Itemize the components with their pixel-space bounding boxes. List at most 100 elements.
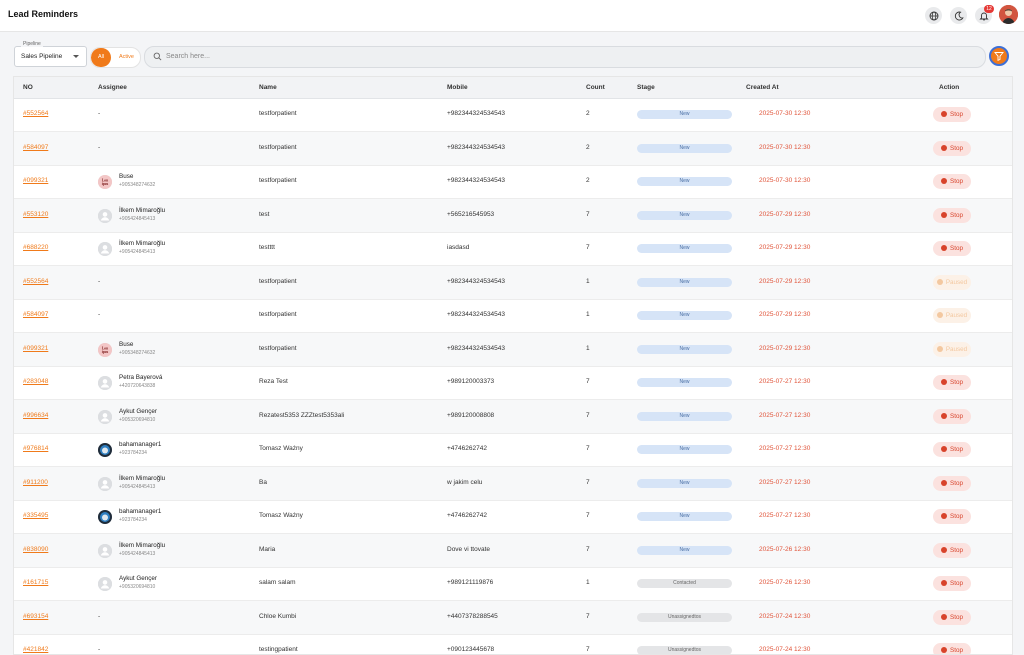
stop-button[interactable]: Stop: [933, 643, 971, 654]
assignee-empty: -: [98, 143, 101, 151]
col-no[interactable]: NO: [23, 84, 33, 91]
stop-button[interactable]: Stop: [933, 408, 971, 424]
col-count[interactable]: Count: [586, 84, 605, 91]
page-title: Lead Reminders: [8, 9, 79, 19]
toggle-all-button[interactable]: All: [91, 48, 111, 67]
col-assignee[interactable]: Assignee: [98, 84, 127, 91]
reminder-count: 7: [586, 244, 590, 251]
assignee-name: Buse: [119, 340, 134, 348]
lead-number-link[interactable]: #099321: [23, 177, 48, 184]
lead-number-link[interactable]: #688220: [23, 244, 48, 251]
toggle-active-button[interactable]: Active: [113, 48, 140, 67]
action-label: Stop: [950, 546, 963, 554]
col-name[interactable]: Name: [259, 84, 277, 91]
table-row[interactable]: #283048 Petra Bayerová +420720643838 Reza T…: [14, 366, 1012, 400]
lead-number-link[interactable]: #838090: [23, 546, 48, 553]
lead-number-link[interactable]: #996634: [23, 412, 48, 419]
reminder-count: 7: [586, 646, 590, 653]
lead-number-link[interactable]: #693154: [23, 613, 48, 620]
table-row[interactable]: #552564 - testforpatient +982344324534543 2 N…: [14, 98, 1012, 132]
col-stage[interactable]: Stage: [637, 84, 655, 91]
stop-button[interactable]: Stop: [933, 375, 971, 390]
table-row[interactable]: #911200 İlkem Mimaroğlu +905424845413 Ba w j…: [14, 466, 1012, 501]
table-row[interactable]: #584097 - testforpatient +982344324534543 1 N…: [14, 299, 1012, 333]
lead-number-link[interactable]: #911200: [23, 479, 48, 486]
table-row[interactable]: #584097 - testforpatient +982344324534543 2 N…: [14, 131, 1012, 166]
lead-number-link[interactable]: #161715: [23, 579, 48, 586]
lead-number-link[interactable]: #552564: [23, 110, 48, 117]
stop-icon: [941, 178, 948, 184]
lead-name: Tomasz Ważny: [259, 445, 303, 452]
stop-button[interactable]: Stop: [933, 475, 971, 491]
stage-badge: New: [637, 177, 732, 186]
stop-icon: [941, 446, 948, 452]
table-row[interactable]: #553120 İlkem Mimaroğlu +905424845413 test +…: [14, 198, 1012, 233]
action-label: Stop: [950, 379, 963, 386]
action-label: Stop: [950, 446, 963, 453]
stage-badge: New: [637, 545, 732, 555]
lead-name: salam salam: [259, 579, 296, 586]
lead-number-link[interactable]: #976814: [23, 445, 48, 452]
stop-icon: [941, 647, 948, 653]
chevron-down-icon: [73, 55, 79, 58]
assignee-empty: -: [98, 110, 101, 117]
lead-mobile: +565216545953: [447, 210, 495, 218]
lead-number-link[interactable]: #553120: [23, 211, 48, 218]
table-row[interactable]: #838090 İlkem Mimaroğlu +905424845413 Maria…: [14, 533, 1012, 568]
lead-number-link[interactable]: #584097: [23, 144, 48, 151]
assignee-phone: +905424845413: [119, 550, 156, 557]
stop-button[interactable]: Stop: [933, 542, 971, 558]
search-input[interactable]: Search here...: [144, 46, 986, 68]
table-row[interactable]: #688220 İlkem Mimaroğlu +905424845413 testt…: [14, 232, 1012, 266]
col-created-at[interactable]: Created At: [746, 84, 779, 91]
stop-button[interactable]: Stop: [933, 174, 971, 189]
stage-badge: New: [637, 512, 732, 521]
stop-button[interactable]: Stop: [933, 609, 971, 625]
lead-mobile: Dove vi ttovate: [447, 545, 490, 553]
lead-number-link[interactable]: #584097: [23, 311, 48, 318]
notification-badge: 12: [984, 5, 994, 13]
lead-number-link[interactable]: #421842: [23, 646, 48, 653]
lead-number-link[interactable]: #335495: [23, 512, 48, 519]
reminder-count: 7: [586, 210, 590, 218]
table-row[interactable]: #161715 Aykut Gençer +905320694810 salam sa…: [14, 567, 1012, 601]
stop-button[interactable]: Stop: [933, 576, 971, 591]
table-row[interactable]: #693154 - Chloe Kumbi +4407378288545 7 Unassi…: [14, 600, 1012, 635]
table-row[interactable]: #421842 - testingpatient +090123445678 7 Unas…: [14, 634, 1012, 654]
reminder-count: 7: [586, 545, 590, 553]
stop-button[interactable]: Stop: [933, 140, 971, 156]
col-action[interactable]: Action: [939, 84, 959, 91]
moon-icon[interactable]: [950, 7, 967, 24]
table-row[interactable]: #976814 bahamanager1 +923784234 Tomasz Ważn…: [14, 433, 1012, 467]
created-at: 2025-07-30 12:30: [759, 143, 811, 151]
stop-button[interactable]: Stop: [933, 241, 971, 256]
paused-button[interactable]: Paused: [933, 274, 971, 290]
assignee-empty: -: [98, 311, 101, 318]
table-row[interactable]: #996634 Aykut Gençer +905320694810 Rezatest…: [14, 399, 1012, 434]
lead-number-link[interactable]: #099321: [23, 345, 48, 352]
stop-button[interactable]: Stop: [933, 207, 971, 223]
table-row[interactable]: #099321 Lon ipsu Buse +905348274632 testforpa…: [14, 332, 1012, 367]
stop-button[interactable]: Stop: [933, 509, 971, 524]
table-row[interactable]: #552564 - testforpatient +982344324534543 1 N…: [14, 265, 1012, 300]
assignee-empty: -: [98, 646, 101, 653]
stop-button[interactable]: Stop: [933, 442, 971, 457]
stop-button[interactable]: Stop: [933, 107, 971, 122]
reminder-count: 7: [586, 512, 590, 519]
assignee-phone: +420720643838: [119, 383, 156, 389]
user-avatar[interactable]: [999, 5, 1018, 24]
lead-number-link[interactable]: #552564: [23, 278, 48, 285]
col-mobile[interactable]: Mobile: [447, 84, 468, 91]
paused-button[interactable]: Paused: [933, 308, 971, 323]
action-label: Stop: [950, 513, 963, 520]
lead-mobile: iasdasd: [447, 244, 470, 251]
lead-number-link[interactable]: #283048: [23, 378, 48, 385]
created-at: 2025-07-27 12:30: [759, 411, 811, 419]
paused-button[interactable]: Paused: [933, 341, 971, 357]
lead-mobile: +982344324534543: [447, 110, 506, 117]
globe-icon[interactable]: [925, 7, 942, 24]
pipeline-select[interactable]: Pipeline Sales Pipeline: [14, 41, 87, 67]
filter-button[interactable]: [989, 46, 1009, 66]
table-row[interactable]: #099321 Lon ipsu Buse +905348274632 testforpa…: [14, 165, 1012, 199]
table-row[interactable]: #335495 bahamanager1 +923784234 Tomasz Ważn…: [14, 500, 1012, 534]
